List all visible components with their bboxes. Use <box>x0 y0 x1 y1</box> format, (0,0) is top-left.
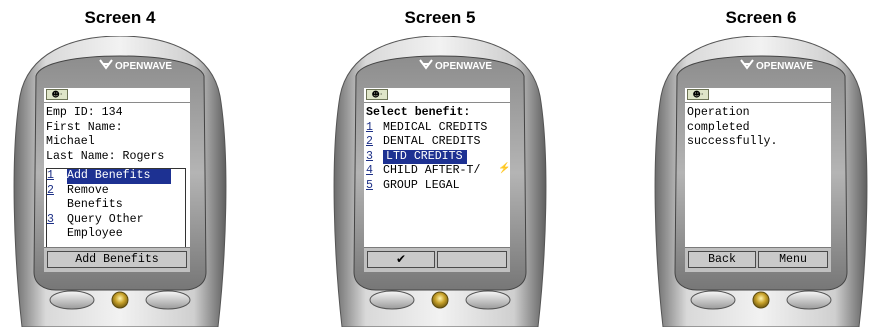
left-soft-button[interactable] <box>49 290 95 310</box>
nav-knob-button[interactable] <box>752 291 770 309</box>
menu-item-remove[interactable]: 2 Remove <box>47 184 185 199</box>
result-line-3: successfully. <box>687 135 778 149</box>
brand-text: OPENWAVE <box>115 61 172 72</box>
right-soft-button[interactable] <box>786 290 832 310</box>
benefit-item-dental[interactable]: 2 DENTAL CREDITS <box>366 135 508 150</box>
brand-text: OPENWAVE <box>435 61 492 72</box>
phone-display: ☻· Select benefit: 1 MEDICAL CREDITS 2 D… <box>364 88 510 272</box>
status-bar: ☻· <box>685 88 831 103</box>
first-name-value: Michael <box>46 135 95 149</box>
select-benefit-title: Select benefit: <box>366 106 471 119</box>
right-soft-button[interactable] <box>145 290 191 310</box>
menu-item-query-cont[interactable]: Employee <box>47 227 185 242</box>
status-menu-icon[interactable]: ☻· <box>46 89 68 100</box>
screen-6-panel: Screen 6 OPENWAVE ☻· Operation completed… <box>641 0 880 327</box>
left-soft-button[interactable] <box>369 290 415 310</box>
softkey-bar: Back Menu <box>685 247 831 272</box>
status-menu-icon[interactable]: ☻· <box>366 89 388 100</box>
menu-item-remove-cont[interactable]: Benefits <box>47 198 185 213</box>
first-name-label: First Name: <box>46 120 123 134</box>
status-bar: ☻· <box>44 88 190 103</box>
benefit-item-ltd[interactable]: 3 LTD CREDITS <box>366 149 508 165</box>
screen-caption: Screen 4 <box>84 8 156 27</box>
left-soft-button[interactable] <box>690 290 736 310</box>
add-benefits-softkey[interactable]: Add Benefits <box>47 251 187 268</box>
status-bar: ☻· <box>364 88 510 103</box>
nav-knob-button[interactable] <box>111 291 129 309</box>
softkey-bar: Add Benefits <box>44 247 190 272</box>
empty-softkey[interactable] <box>437 251 507 268</box>
back-softkey[interactable]: Back <box>688 251 756 268</box>
screen-5-panel: Screen 5 OPENWAVE ☻· Select benefit: 1 M… <box>320 0 560 327</box>
benefit-item-medical[interactable]: 1 MEDICAL CREDITS <box>366 121 508 136</box>
screen-caption: Screen 5 <box>404 8 476 27</box>
result-line-1: Operation <box>687 106 750 119</box>
brand-text: OPENWAVE <box>756 61 813 72</box>
menu-item-query-other[interactable]: 3 Query Other <box>47 213 185 228</box>
phone-display: ☻· Operation completed successfully. Bac… <box>685 88 831 272</box>
menu-item-add-benefits[interactable]: 1 Add Benefits <box>47 169 185 184</box>
screen-caption: Screen 6 <box>725 8 797 27</box>
screen-4-panel: Screen 4 OPENWAVE ☻· Emp ID: 134 First N… <box>0 0 240 327</box>
result-line-2: completed <box>687 120 750 134</box>
benefit-item-group-legal[interactable]: 5 GROUP LEGAL <box>366 179 508 194</box>
more-indicator-icon: ⚡ <box>498 164 510 176</box>
menu-softkey[interactable]: Menu <box>758 251 828 268</box>
right-soft-button[interactable] <box>465 290 511 310</box>
status-menu-icon[interactable]: ☻· <box>687 89 709 100</box>
benefit-item-child-after[interactable]: 4 CHILD AFTER-T/ ⚡ <box>366 164 510 179</box>
last-name-line: Last Name: Rogers <box>46 149 165 163</box>
ok-softkey[interactable]: ✔ <box>367 251 435 268</box>
action-menu: 1 Add Benefits 2 Remove Benefits 3 Query… <box>46 168 186 248</box>
softkey-bar: ✔ <box>364 247 510 272</box>
phone-display: ☻· Emp ID: 134 First Name: Michael Last … <box>44 88 190 272</box>
nav-knob-button[interactable] <box>431 291 449 309</box>
check-icon: ✔ <box>395 252 407 266</box>
emp-id-line: Emp ID: 134 <box>46 106 123 119</box>
